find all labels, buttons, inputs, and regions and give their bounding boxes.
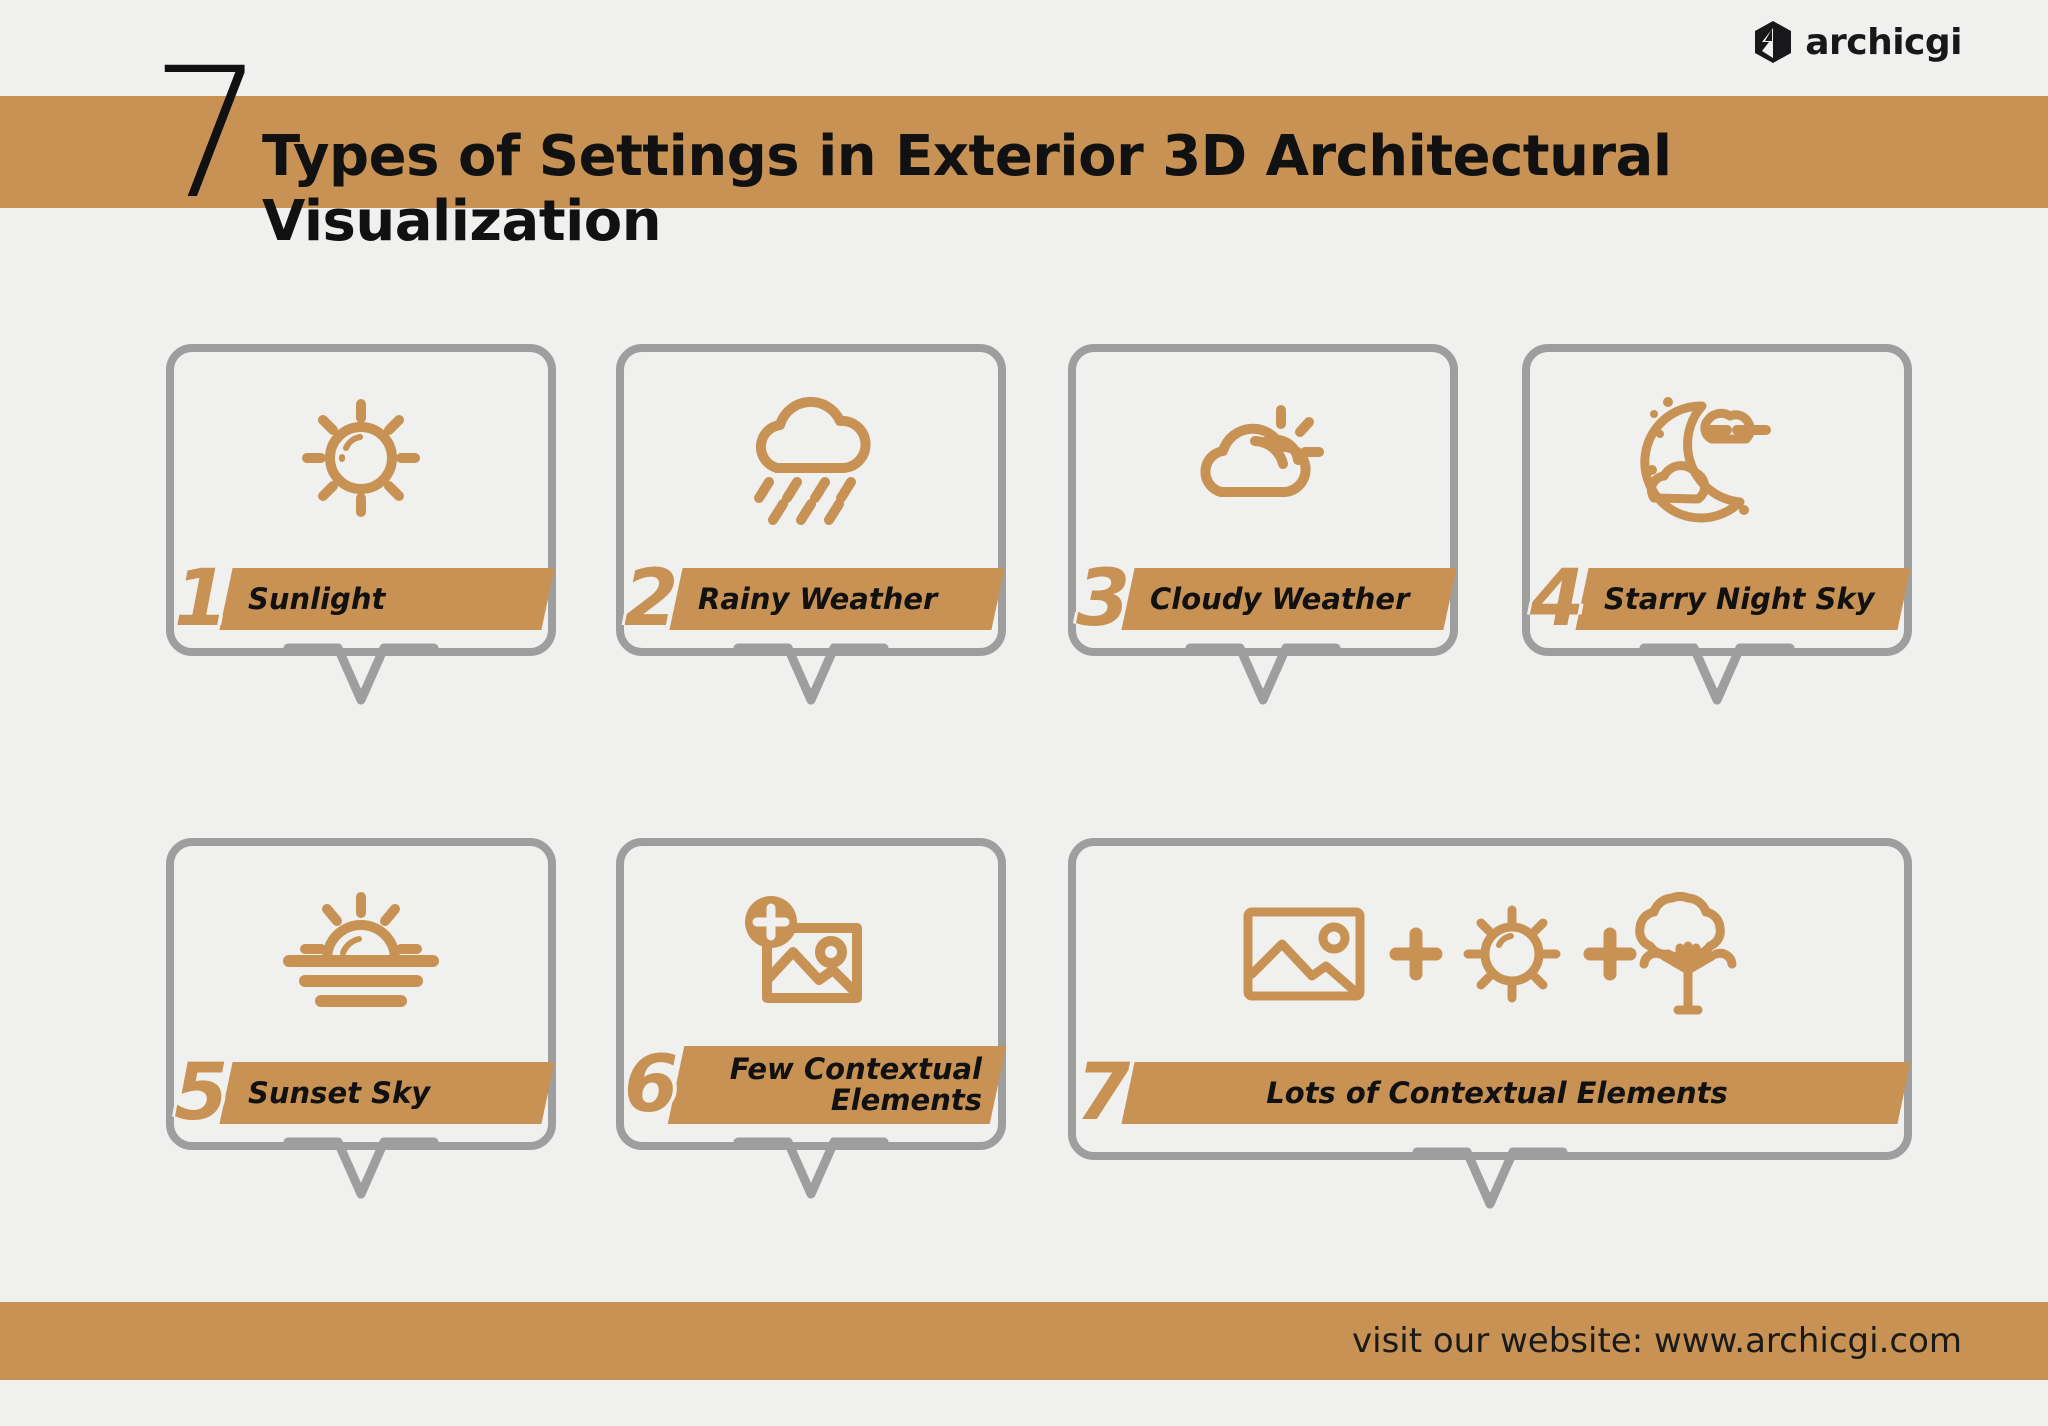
cloud-sun-icon (1193, 396, 1333, 520)
footer-bar: visit our website: www.archicgi.com (0, 1302, 2048, 1380)
card-number: 2 (624, 554, 679, 644)
card-number-slot: 6 (624, 1046, 698, 1124)
card-number-slot: 7 (1076, 1048, 1150, 1138)
sunset-icon (283, 892, 439, 1009)
card-number-slot: 3 (1076, 554, 1150, 644)
card-icon-zone (174, 378, 548, 538)
add-image-icon (743, 894, 879, 1010)
card-icon-zone (624, 872, 998, 1032)
archicgi-logo-text: archicgi (1805, 21, 1962, 63)
sun-icon (299, 396, 423, 520)
card-label-row: 3 Cloudy Weather (1076, 554, 1457, 644)
rain-cloud-icon (745, 394, 877, 525)
card-label-row: 6 Few Contextual Elements (624, 1046, 1007, 1124)
card-icon-zone (1076, 378, 1450, 538)
archicgi-logo[interactable]: archicgi (1753, 20, 1962, 64)
card-number: 5 (174, 1048, 229, 1138)
card-label: Sunset Sky (248, 1075, 431, 1110)
speech-tail (1185, 643, 1341, 714)
card-icon-zone (624, 378, 998, 538)
card-sunset-sky[interactable]: 5 Sunset Sky (166, 838, 556, 1199)
card-sunlight[interactable]: 1 Sunlight (166, 344, 556, 705)
card-label-row: 1 Sunlight (174, 554, 555, 644)
card-number-slot: 1 (174, 554, 248, 644)
card-cloudy-weather[interactable]: 3 Cloudy Weather (1068, 344, 1458, 705)
card-number: 4 (1530, 554, 1585, 644)
card-number: 6 (624, 1040, 679, 1130)
card-number: 1 (174, 554, 229, 644)
card-rainy-weather[interactable]: 2 Rainy Weather (616, 344, 1006, 705)
speech-tail (1639, 643, 1795, 714)
speech-tail (283, 1137, 439, 1208)
archicgi-hexagon-logo-icon (1753, 20, 1793, 64)
moon-stars-icon (1640, 392, 1790, 524)
card-label-row: 7 Lots of Contextual Elements (1076, 1048, 1911, 1138)
card-lots-of-contextual-elements[interactable]: 7 Lots of Contextual Elements (1068, 838, 1912, 1209)
card-starry-night-sky[interactable]: 4 Starry Night Sky (1522, 344, 1912, 705)
card-label-row: 4 Starry Night Sky (1530, 554, 1911, 644)
card-number: 3 (1076, 554, 1131, 644)
card-icon-zone (174, 872, 548, 1032)
image-plus-sun-plus-tree-icon (1240, 888, 1740, 1016)
card-label: Few Contextual Elements (729, 1052, 982, 1117)
card-label: Lots of Contextual Elements (1266, 1075, 1728, 1110)
card-number-slot: 2 (624, 554, 698, 644)
card-label: Cloudy Weather (1150, 581, 1410, 616)
card-label-row: 2 Rainy Weather (624, 554, 1005, 644)
card-icon-zone (1076, 872, 1904, 1032)
speech-tail (733, 643, 889, 714)
card-number-slot: 4 (1530, 554, 1604, 644)
card-number-slot: 5 (174, 1048, 248, 1138)
speech-tail (733, 1137, 889, 1208)
card-number: 7 (1076, 1048, 1131, 1138)
speech-tail (1412, 1147, 1568, 1218)
speech-tail (283, 643, 439, 714)
header-bar: archicgi (0, 0, 2048, 96)
title-number: 7 (150, 30, 265, 239)
card-label: Starry Night Sky (1604, 581, 1875, 616)
card-icon-zone (1530, 378, 1904, 538)
card-few-contextual-elements[interactable]: 6 Few Contextual Elements (616, 838, 1007, 1199)
card-label: Rainy Weather (698, 581, 938, 616)
card-label-row: 5 Sunset Sky (174, 1048, 555, 1138)
page-title: Types of Settings in Exterior 3D Archite… (262, 124, 1672, 254)
footer-website-text: visit our website: www.archicgi.com (1352, 1321, 1962, 1361)
card-label: Sunlight (248, 581, 386, 616)
